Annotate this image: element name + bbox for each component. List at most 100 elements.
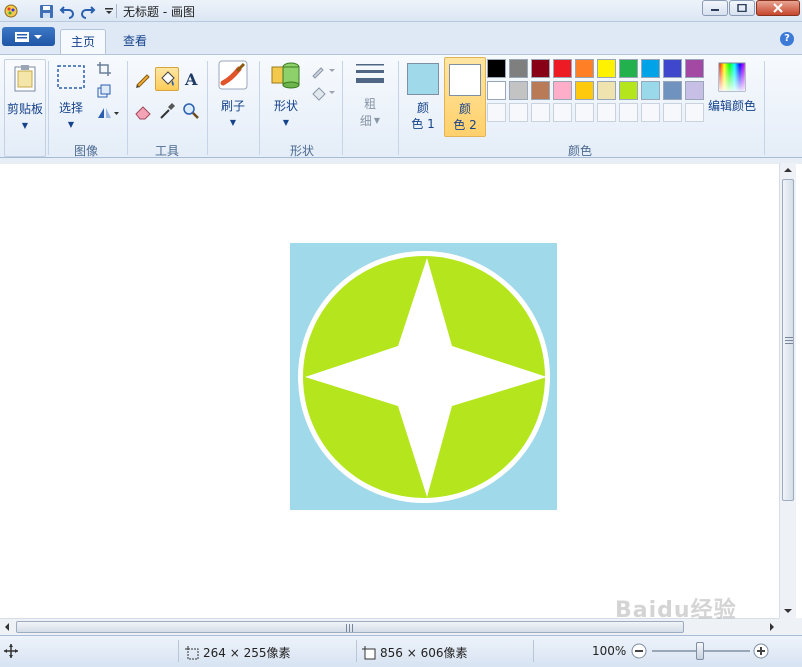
shapes-label: 形状 [273, 99, 298, 113]
color-1-swatch [407, 63, 439, 95]
vertical-scroll-thumb[interactable] [782, 179, 794, 501]
color-2-label: 颜 色 2 [453, 100, 476, 134]
palette-swatch[interactable] [575, 59, 594, 78]
palette-swatch[interactable] [663, 59, 682, 78]
scroll-up-icon[interactable] [780, 163, 797, 177]
magnifier-icon[interactable] [181, 101, 201, 121]
scroll-corner [779, 618, 802, 635]
palette-swatch-empty[interactable] [619, 103, 638, 122]
tab-home[interactable]: 主页 [60, 29, 106, 55]
palette-swatch[interactable] [575, 81, 594, 100]
vertical-scrollbar[interactable] [779, 163, 796, 618]
palette-swatch[interactable] [597, 81, 616, 100]
zoom-out-button[interactable] [630, 642, 648, 660]
scroll-down-icon[interactable] [780, 604, 797, 618]
paint-menu-button[interactable] [2, 27, 55, 46]
crop-icon[interactable] [94, 59, 114, 79]
watermark-text: Baidu经验 [615, 598, 737, 623]
image-group-label: 图像 [74, 144, 99, 158]
resize-icon[interactable] [94, 81, 114, 101]
palette-swatch-empty[interactable] [509, 103, 528, 122]
divider [764, 61, 765, 155]
divider [48, 61, 49, 155]
undo-icon[interactable] [58, 2, 76, 20]
selection-size-item: 264 × 255像素 [185, 644, 291, 661]
select-label: 选择 [58, 101, 83, 115]
paint-app-icon[interactable] [2, 2, 20, 20]
palette-swatch[interactable] [641, 81, 660, 100]
eraser-icon[interactable] [133, 101, 153, 121]
zoom-in-button[interactable] [752, 642, 770, 660]
palette-swatch[interactable] [553, 59, 572, 78]
palette-swatch[interactable] [641, 59, 660, 78]
edit-colors-icon [718, 62, 746, 92]
selection-size-text: 264 × 255像素 [203, 646, 291, 660]
palette-swatch-empty[interactable] [487, 103, 506, 122]
pencil-icon[interactable] [133, 69, 153, 89]
fill-bucket-icon[interactable] [155, 67, 179, 91]
shapes-dropdown-arrow: ▼ [282, 118, 290, 127]
palette-swatch[interactable] [619, 59, 638, 78]
palette-swatch[interactable] [531, 81, 550, 100]
close-button[interactable] [756, 0, 800, 16]
color-2-button[interactable]: 颜 色 2 [444, 57, 486, 137]
palette-swatch[interactable] [509, 59, 528, 78]
status-divider [356, 640, 357, 662]
title-bar: 无标题 - 画图 [0, 0, 802, 22]
palette-swatch[interactable] [487, 81, 506, 100]
shapes-group-label: 形状 [290, 144, 315, 158]
palette-swatch[interactable] [597, 59, 616, 78]
clipboard-button[interactable]: 剪贴板 ▼ [4, 59, 46, 157]
palette-swatch-empty[interactable] [597, 103, 616, 122]
divider [127, 61, 128, 155]
size-label-row: 细 ▼ [360, 112, 380, 129]
rotate-icon[interactable] [94, 103, 122, 123]
palette-swatch[interactable] [685, 59, 704, 78]
scroll-right-icon[interactable] [765, 619, 779, 636]
scroll-left-icon[interactable] [0, 619, 14, 636]
canvas-size-item: 856 × 606像素 [362, 644, 468, 661]
palette-swatch[interactable] [509, 81, 528, 100]
workspace-top-border [0, 158, 802, 164]
save-icon[interactable] [37, 2, 55, 20]
tab-view[interactable]: 查看 [113, 29, 157, 55]
palette-swatch-empty[interactable] [685, 103, 704, 122]
minimize-button[interactable] [702, 0, 728, 16]
palette-swatch[interactable] [663, 81, 682, 100]
fill-icon[interactable] [310, 83, 336, 103]
color-1-button[interactable]: 颜 色 1 [402, 59, 444, 135]
palette-swatch-empty[interactable] [553, 103, 572, 122]
palette-swatch[interactable] [619, 81, 638, 100]
shapes-button[interactable]: 形状 ▼ [266, 59, 306, 127]
color-picker-icon[interactable] [157, 101, 177, 121]
text-tool-icon[interactable]: A [181, 69, 201, 89]
palette-swatch[interactable] [685, 81, 704, 100]
menu-icon [14, 31, 42, 42]
palette-swatch[interactable] [487, 59, 506, 78]
help-icon[interactable]: ? [780, 32, 794, 46]
status-divider [533, 640, 534, 662]
palette-swatch-empty[interactable] [641, 103, 660, 122]
palette-swatch[interactable] [531, 59, 550, 78]
select-button[interactable]: 选择 ▼ [52, 61, 90, 129]
quick-access-toolbar [2, 2, 121, 20]
clipboard-dropdown-arrow: ▼ [21, 121, 29, 130]
zoom-slider-thumb[interactable] [696, 642, 704, 660]
palette-swatch-empty[interactable] [531, 103, 550, 122]
redo-icon[interactable] [79, 2, 97, 20]
edit-colors-button[interactable]: 编辑颜色 [708, 61, 756, 114]
palette-swatch[interactable] [553, 81, 572, 100]
maximize-button[interactable] [729, 0, 755, 16]
clipboard-label: 剪贴板 [6, 102, 43, 116]
divider [398, 61, 399, 155]
tools-group-label: 工具 [155, 144, 180, 158]
outline-icon[interactable] [310, 61, 336, 81]
colors-group-label: 颜色 [568, 144, 593, 158]
horizontal-scroll-thumb[interactable] [16, 621, 684, 633]
palette-swatch-empty[interactable] [575, 103, 594, 122]
drawing-canvas[interactable] [290, 243, 557, 510]
brushes-button[interactable]: 刷子 ▼ [213, 59, 253, 127]
size-button[interactable]: 粗 细 ▼ [350, 59, 390, 129]
palette-swatch-empty[interactable] [663, 103, 682, 122]
divider [342, 61, 343, 155]
